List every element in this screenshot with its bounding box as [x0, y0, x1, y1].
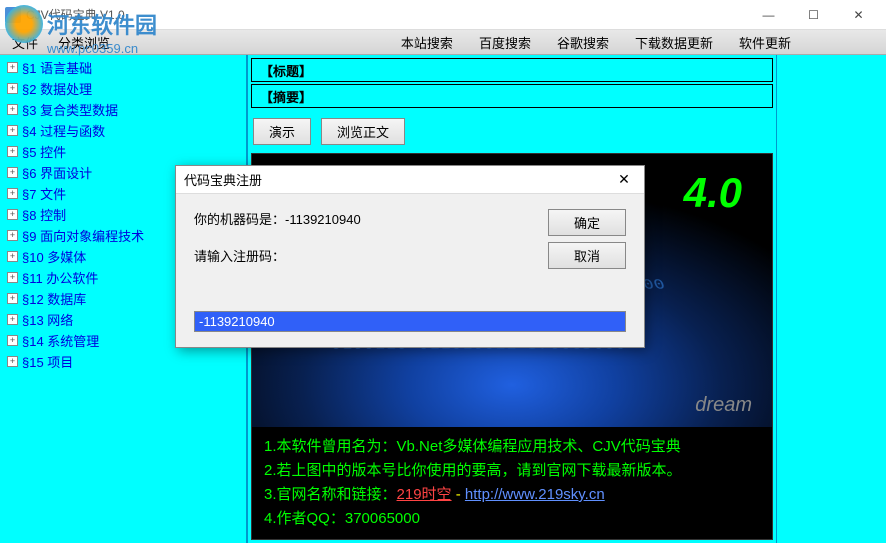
machine-code-row: 你的机器码是：-1139210940 [194, 209, 528, 228]
app-icon [5, 7, 21, 23]
dialog-close-button[interactable]: ✕ [612, 171, 636, 188]
browse-text-button[interactable]: 浏览正文 [321, 118, 405, 145]
window-title: CJV代码宝典 V1.0 [26, 6, 746, 23]
info-line-3: 3.官网名称和链接：219时空 - http://www.219sky.cn [264, 483, 760, 507]
website-link[interactable]: http://www.219sky.cn [465, 486, 605, 503]
tab-google-search[interactable]: 谷歌搜索 [544, 29, 622, 56]
info-text-block: 1.本软件曾用名为：Vb.Net多媒体编程应用技术、CJV代码宝典 2.若上图中… [252, 427, 772, 539]
expand-icon[interactable]: + [7, 62, 18, 73]
tree-item[interactable]: +§1 语言基础 [5, 57, 241, 78]
expand-icon[interactable]: + [7, 209, 18, 220]
expand-icon[interactable]: + [7, 335, 18, 346]
expand-icon[interactable]: + [7, 167, 18, 178]
demo-button[interactable]: 演示 [253, 118, 311, 145]
expand-icon[interactable]: + [7, 251, 18, 262]
tab-site-search[interactable]: 本站搜索 [388, 29, 466, 56]
ok-button[interactable]: 确定 [548, 209, 626, 236]
close-button[interactable]: ✕ [836, 1, 881, 29]
expand-icon[interactable]: + [7, 188, 18, 199]
right-panel [776, 55, 886, 543]
cancel-button[interactable]: 取消 [548, 242, 626, 269]
info-line-2: 2.若上图中的版本号比你使用的要高，请到官网下载最新版本。 [264, 459, 760, 483]
tree-item[interactable]: +§4 过程与函数 [5, 120, 241, 141]
maximize-button[interactable]: ☐ [791, 1, 836, 29]
tree-item[interactable]: +§15 项目 [5, 351, 241, 372]
expand-icon[interactable]: + [7, 125, 18, 136]
minimize-button[interactable]: — [746, 1, 791, 29]
summary-row: 【摘要】 [251, 84, 773, 108]
version-badge: 4.0 [684, 169, 742, 217]
expand-icon[interactable]: + [7, 272, 18, 283]
tab-download-update[interactable]: 下载数据更新 [622, 29, 726, 56]
input-label: 请输入注册码： [194, 246, 528, 265]
expand-icon[interactable]: + [7, 293, 18, 304]
info-line-1: 1.本软件曾用名为：Vb.Net多媒体编程应用技术、CJV代码宝典 [264, 435, 760, 459]
registration-code-input[interactable] [194, 311, 626, 332]
expand-icon[interactable]: + [7, 146, 18, 157]
dream-text: dream [695, 394, 752, 417]
title-value [320, 67, 772, 73]
summary-label: 【摘要】 [252, 84, 320, 109]
tab-baidu-search[interactable]: 百度搜索 [466, 29, 544, 56]
tree-item[interactable]: +§2 数据处理 [5, 78, 241, 99]
machine-code-value: -1139210940 [285, 212, 361, 227]
titlebar: CJV代码宝典 V1.0 — ☐ ✕ [0, 0, 886, 30]
summary-value [320, 93, 772, 99]
expand-icon[interactable]: + [7, 104, 18, 115]
expand-icon[interactable]: + [7, 83, 18, 94]
menubar: 文件 分类浏览 本站搜索 百度搜索 谷歌搜索 下载数据更新 软件更新 [0, 30, 886, 55]
title-row: 【标题】 [251, 58, 773, 82]
tree-item[interactable]: +§3 复合类型数据 [5, 99, 241, 120]
dialog-titlebar[interactable]: 代码宝典注册 ✕ [176, 166, 644, 194]
tree-item[interactable]: +§5 控件 [5, 141, 241, 162]
expand-icon[interactable]: + [7, 356, 18, 367]
dialog-title: 代码宝典注册 [184, 170, 612, 189]
expand-icon[interactable]: + [7, 230, 18, 241]
registration-dialog: 代码宝典注册 ✕ 你的机器码是：-1139210940 请输入注册码： 确定 取… [175, 165, 645, 348]
menu-browse[interactable]: 分类浏览 [48, 30, 120, 55]
menu-file[interactable]: 文件 [2, 30, 48, 55]
title-label: 【标题】 [252, 58, 320, 83]
tab-software-update[interactable]: 软件更新 [726, 29, 804, 56]
info-line-4: 4.作者QQ：370065000 [264, 507, 760, 531]
expand-icon[interactable]: + [7, 314, 18, 325]
